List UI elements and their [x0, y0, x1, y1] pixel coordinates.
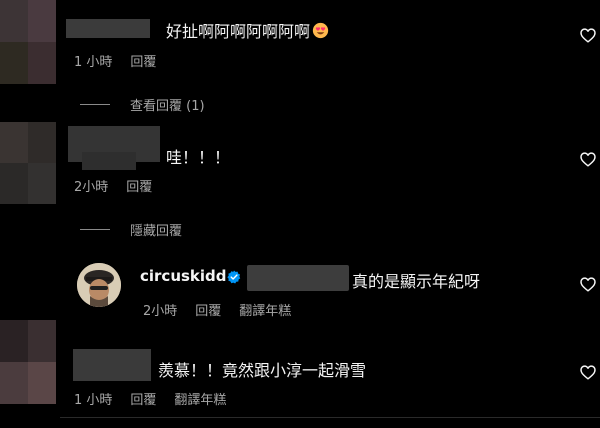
heart-eyes-emoji-icon [312, 22, 329, 39]
avatar[interactable] [0, 0, 56, 84]
reply-button[interactable]: 回覆 [130, 51, 156, 70]
redacted-username [73, 349, 151, 381]
reply-username[interactable]: circuskidd [140, 267, 227, 285]
avatar[interactable] [0, 122, 56, 204]
avatar[interactable] [77, 263, 121, 307]
comment-meta: 2小時 回覆 [74, 176, 152, 195]
comment-time: 2小時 [74, 180, 109, 195]
avatar[interactable] [0, 320, 56, 404]
redacted-username [66, 19, 150, 38]
reply-text: 真的是顯示年紀呀 [352, 272, 481, 291]
verified-badge-icon [227, 270, 241, 284]
redacted-username [82, 152, 136, 170]
hide-replies-label: 隱藏回覆 [130, 224, 183, 239]
hide-replies-button[interactable]: 隱藏回覆 [80, 220, 182, 239]
view-replies-label: 查看回覆 (1) [130, 99, 205, 114]
reply-time: 2小時 [143, 304, 178, 319]
thread-line [80, 104, 110, 105]
like-heart-icon[interactable] [580, 28, 596, 43]
comment-meta: 1 小時 回覆 翻譯年糕 [74, 389, 226, 408]
like-heart-icon[interactable] [580, 152, 596, 167]
reply-button[interactable]: 回覆 [126, 176, 152, 195]
divider [60, 417, 600, 418]
comment-text: 哇！！！ [166, 148, 231, 167]
comment-text: 羨慕！！竟然跟小淳一起滑雪 [158, 361, 367, 380]
comment-meta: 1 小時 回覆 [74, 51, 156, 70]
comment-text: 好扯啊阿啊阿啊阿啊 [166, 18, 329, 42]
reply-meta: 2小時 回覆 翻譯年糕 [143, 300, 291, 319]
view-replies-button[interactable]: 查看回覆 (1) [80, 95, 205, 114]
profile-photo-icon [77, 263, 121, 307]
translate-button[interactable]: 翻譯年糕 [239, 300, 291, 319]
comment-time: 1 小時 [74, 55, 113, 70]
reply-button[interactable]: 回覆 [130, 389, 156, 408]
like-heart-icon[interactable] [580, 277, 596, 292]
translate-button[interactable]: 翻譯年糕 [174, 389, 226, 408]
redacted-mention [247, 265, 349, 291]
reply-button[interactable]: 回覆 [195, 300, 221, 319]
comment-time: 1 小時 [74, 393, 113, 408]
like-heart-icon[interactable] [580, 365, 596, 380]
thread-line [80, 229, 110, 230]
